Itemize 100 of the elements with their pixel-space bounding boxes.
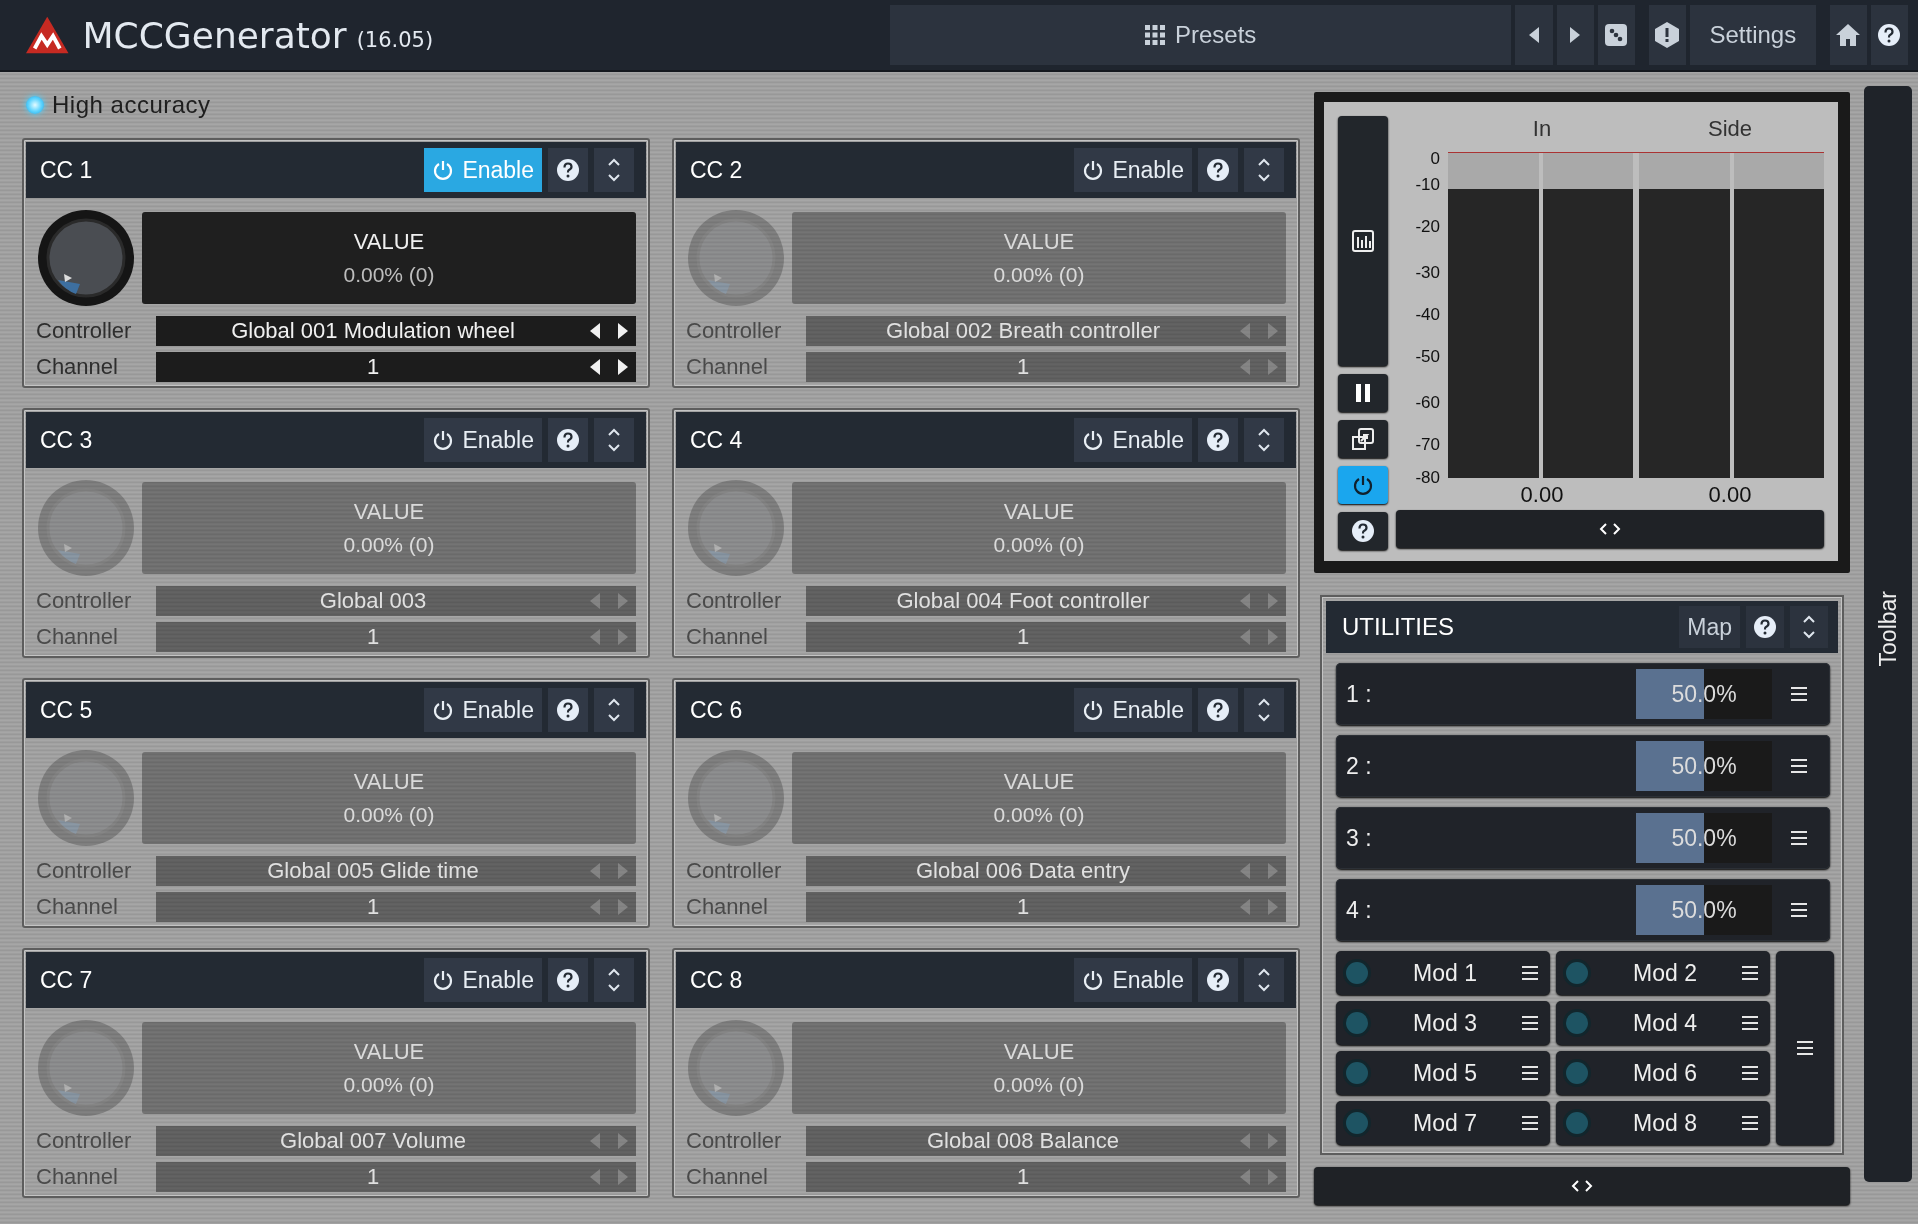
enable-button[interactable]: Enable (424, 688, 542, 732)
help-button[interactable] (1198, 688, 1238, 732)
value-label: VALUE (1003, 229, 1075, 255)
panel-title: CC 3 (40, 426, 94, 454)
toggle-led[interactable] (26, 96, 44, 114)
enable-button[interactable]: Enable (1074, 148, 1192, 192)
value-readout: 0.00% (0) (993, 1073, 1085, 1097)
settings-button[interactable]: Settings (1689, 5, 1816, 65)
pause-button[interactable] (1338, 374, 1388, 412)
mod-button[interactable]: Mod 3 (1336, 1001, 1550, 1045)
power-button[interactable] (1338, 466, 1388, 504)
presets-button[interactable]: Presets (890, 5, 1512, 65)
macro-label: 2 : (1346, 752, 1373, 780)
mod-indicator (1346, 1012, 1368, 1034)
hexagon-warning-icon (1655, 22, 1680, 48)
menu-icon (1742, 1016, 1758, 1030)
left-arrow-icon[interactable] (590, 323, 600, 339)
controller-selector[interactable]: Global 001 Modulation wheel (156, 316, 636, 346)
collapse-button[interactable] (594, 958, 634, 1002)
menu-icon (1522, 1016, 1538, 1030)
up-down-icon (607, 967, 621, 993)
up-down-icon (607, 157, 621, 183)
expand-button[interactable] (1396, 510, 1824, 548)
value-knob[interactable] (36, 208, 136, 308)
expand-icon (1571, 1179, 1593, 1193)
previous-button[interactable] (1515, 5, 1553, 65)
collapse-button[interactable] (1244, 688, 1284, 732)
toolbar-tab[interactable]: Toolbar (1864, 86, 1912, 1182)
collapse-button[interactable] (594, 688, 634, 732)
map-button[interactable]: Map (1679, 606, 1740, 648)
random-button[interactable] (1597, 5, 1635, 65)
macro-slider[interactable]: 50.0% (1636, 669, 1772, 719)
meter-view-button[interactable] (1338, 116, 1388, 366)
mod-button[interactable]: Mod 7 (1336, 1101, 1550, 1145)
warning-button[interactable] (1648, 5, 1686, 65)
collapse-button[interactable] (1244, 418, 1284, 462)
mod-indicator (1346, 962, 1368, 984)
power-icon (432, 159, 455, 181)
power-icon (1082, 699, 1105, 721)
scale-label: -40 (1415, 305, 1440, 325)
expand-button[interactable] (1314, 1167, 1850, 1205)
resize-button[interactable] (1338, 420, 1388, 458)
help-button[interactable] (1338, 512, 1388, 550)
channel-label: Channel (36, 354, 119, 380)
help-button[interactable] (548, 148, 588, 192)
value-readout: 0.00% (0) (993, 803, 1085, 827)
help-button[interactable] (1746, 606, 1784, 648)
up-down-icon (607, 697, 621, 723)
macro-slider[interactable]: 50.0% (1636, 885, 1772, 935)
power-icon (432, 699, 455, 721)
collapse-button[interactable] (1790, 606, 1828, 648)
mod-button[interactable]: Mod 1 (1336, 951, 1550, 995)
help-button[interactable] (548, 418, 588, 462)
channel-label: Channel (36, 1164, 119, 1190)
mod-button[interactable]: Mod 6 (1556, 1051, 1770, 1095)
macro-label: 4 : (1346, 896, 1373, 924)
up-down-icon (1257, 427, 1271, 453)
home-button[interactable] (1829, 5, 1867, 65)
mod-button[interactable]: Mod 2 (1556, 951, 1770, 995)
macro-slider[interactable]: 50.0% (1636, 813, 1772, 863)
help-button[interactable] (1198, 148, 1238, 192)
help-button[interactable] (548, 688, 588, 732)
help-button[interactable] (548, 958, 588, 1002)
enable-button[interactable]: Enable (1074, 688, 1192, 732)
next-button[interactable] (1556, 5, 1594, 65)
left-arrow-icon[interactable] (590, 359, 600, 375)
scale-label: -30 (1415, 262, 1440, 283)
help-button[interactable] (1870, 5, 1908, 65)
collapse-button[interactable] (594, 148, 634, 192)
value-label: VALUE (1003, 499, 1075, 525)
channel-selector[interactable]: 1 (156, 352, 636, 382)
menu-icon (1791, 903, 1807, 917)
enable-button[interactable]: Enable (424, 418, 542, 462)
enable-button[interactable]: Enable (1074, 418, 1192, 462)
enable-button[interactable]: Enable (1074, 958, 1192, 1002)
grid-icon (1145, 25, 1165, 45)
controller-label: Controller (36, 858, 133, 884)
power-icon (1082, 159, 1105, 181)
app-title: MCCGenerator (82, 14, 347, 56)
help-button[interactable] (1198, 418, 1238, 462)
mod-button[interactable]: Mod 4 (1556, 1001, 1770, 1045)
help-button[interactable] (1198, 958, 1238, 1002)
value-readout: 0.00% (0) (343, 1073, 435, 1097)
macro-slider[interactable]: 50.0% (1636, 741, 1772, 791)
enable-button[interactable]: Enable (424, 958, 542, 1002)
right-arrow-icon[interactable] (618, 323, 628, 339)
collapse-button[interactable] (594, 418, 634, 462)
scale-label: -70 (1415, 435, 1440, 456)
meter-column-label: Side (1706, 116, 1753, 143)
collapse-button[interactable] (1244, 148, 1284, 192)
right-arrow-icon[interactable] (618, 359, 628, 375)
mod-button[interactable]: Mod 5 (1336, 1051, 1550, 1095)
meter-icon (1352, 230, 1374, 252)
slider-value: 50.0% (1671, 824, 1737, 852)
controller-label: Controller (36, 1128, 133, 1154)
scale-label: -20 (1415, 216, 1440, 237)
menu-icon (1742, 1066, 1758, 1080)
channel-label: Channel (686, 1164, 769, 1190)
collapse-button[interactable] (1244, 958, 1284, 1002)
mod-button[interactable]: Mod 8 (1556, 1101, 1770, 1145)
